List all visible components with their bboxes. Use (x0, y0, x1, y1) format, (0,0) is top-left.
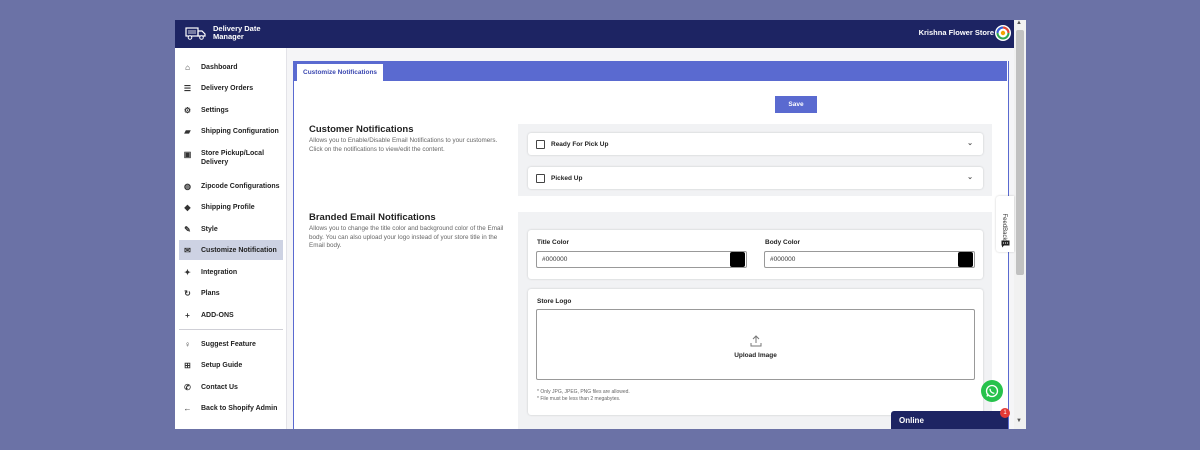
sidebar-item-contact-us[interactable]: ✆ Contact Us (179, 377, 283, 397)
title-color-label: Title Color (537, 239, 570, 246)
sidebar-item-integration[interactable]: ✦ Integration (179, 262, 283, 282)
puzzle-icon: ✦ (184, 267, 191, 277)
sidebar-item-zipcode-configurations[interactable]: ◍ Zipcode Configurations (179, 176, 283, 196)
whatsapp-button[interactable] (981, 380, 1003, 402)
body-color-input[interactable]: #000000 (764, 251, 975, 268)
scroll-down-icon[interactable]: ▼ (1016, 418, 1022, 424)
sidebar-item-suggest-feature[interactable]: ♀ Suggest Feature (179, 334, 283, 354)
sidebar-item-customize-notification[interactable]: ✉ Customize Notification (179, 240, 283, 260)
sidebar-item-label: Style (201, 225, 218, 233)
sidebar-item-style[interactable]: ✎ Style (179, 219, 283, 239)
sidebar-divider (179, 329, 283, 330)
sidebar-item-label: Back to Shopify Admin (201, 404, 278, 412)
store-name: Krishna Flower Store (918, 28, 994, 37)
notification-label: Picked Up (551, 174, 583, 182)
sidebar-item-shipping-configuration[interactable]: ▰ Shipping Configuration (179, 121, 283, 141)
chevron-down-icon[interactable]: ⌄ (967, 173, 973, 181)
scroll-up-icon[interactable]: ▲ (1016, 20, 1022, 26)
sidebar-item-label: Suggest Feature (201, 340, 256, 348)
ready-for-pickup-checkbox[interactable] (536, 139, 545, 149)
sidebar-item-add-ons[interactable]: + ADD-ONS (179, 305, 283, 325)
page-scrollbar[interactable]: ▲ ▼ (1014, 20, 1026, 429)
sidebar-item-label-line2: Delivery (201, 159, 229, 166)
sidebar-item-setup-guide[interactable]: ⊞ Setup Guide (179, 355, 283, 375)
arrow-left-icon: ← (183, 403, 192, 413)
sidebar-item-label: Delivery Orders (201, 84, 254, 92)
app-logo[interactable]: Delivery Date Manager (185, 25, 273, 41)
branded-notifications-title: Branded Email Notifications (309, 212, 436, 223)
top-bar: Delivery Date Manager Krishna Flower Sto… (175, 20, 1014, 48)
tag-icon: ◆ (184, 202, 191, 212)
upload-image-dropzone[interactable]: Upload Image (536, 309, 975, 380)
body-color-swatch[interactable] (958, 252, 973, 267)
chevron-down-icon[interactable]: ⌄ (967, 139, 973, 147)
sidebar-item-back-to-shopify[interactable]: ← Back to Shopify Admin (179, 398, 283, 418)
gear-icon: ⚙ (183, 105, 192, 115)
chat-online-bar[interactable]: Online (891, 411, 1008, 429)
store-icon: ▣ (183, 150, 192, 159)
guide-icon: ⊞ (184, 360, 191, 370)
sidebar-item-label: Zipcode Configurations (201, 182, 280, 190)
upload-image-label: Upload Image (734, 352, 777, 359)
upload-hint-size: * File must be less than 2 megabytes. (537, 396, 621, 402)
body-color-label: Body Color (765, 239, 801, 246)
delivery-truck-icon (185, 27, 206, 40)
branded-notifications-desc: Allows you to change the title color and… (309, 225, 504, 249)
notification-label: Ready For Pick Up (551, 140, 609, 148)
app-title-line2: Manager (213, 32, 244, 41)
truck-icon: ▰ (184, 126, 191, 136)
sidebar-item-label: ADD-ONS (201, 311, 234, 319)
sidebar-item-settings[interactable]: ⚙ Settings (179, 100, 283, 120)
title-color-input[interactable]: #000000 (536, 251, 747, 268)
globe-icon: ◍ (184, 181, 191, 191)
store-avatar-icon[interactable] (995, 25, 1011, 41)
envelope-icon: ✉ (184, 245, 191, 255)
phone-icon: ✆ (184, 382, 191, 392)
sidebar-item-delivery-orders[interactable]: ☰ Delivery Orders (179, 78, 283, 98)
app-title: Delivery Date Manager (213, 25, 273, 41)
upload-icon (750, 335, 761, 347)
sidebar-item-label: Setup Guide (201, 361, 243, 369)
sidebar-item-dashboard[interactable]: ⌂ Dashboard (179, 57, 283, 77)
sidebar-item-label: Shipping Profile (201, 203, 255, 211)
sidebar-item-shipping-profile[interactable]: ◆ Shipping Profile (179, 197, 283, 217)
sidebar-item-label: Shipping Configuration (201, 127, 279, 135)
scroll-thumb[interactable] (1016, 30, 1024, 275)
tab-customize-notifications[interactable]: Customize Notifications (297, 64, 384, 81)
refresh-icon: ↻ (184, 288, 191, 298)
picked-up-checkbox[interactable] (536, 173, 545, 183)
brush-icon: ✎ (184, 224, 191, 234)
tab-bar: Customize Notifications (293, 61, 1007, 81)
sidebar: ⌂ Dashboard ☰ Delivery Orders ⚙ Settings ▰ S… (175, 48, 287, 429)
title-color-swatch[interactable] (730, 252, 745, 267)
sidebar-item-label: Settings (201, 106, 229, 114)
whatsapp-icon (985, 384, 999, 398)
chat-notification-badge: 1 (1000, 408, 1010, 418)
notification-picked-up[interactable]: Picked Up ⌄ (528, 167, 983, 189)
list-icon: ☰ (183, 83, 192, 93)
sidebar-item-store-pickup[interactable]: ▣ Store Pickup/Local Delivery (179, 145, 283, 171)
customer-notifications-title: Customer Notifications (309, 124, 414, 135)
sidebar-item-label: Integration (201, 268, 238, 276)
sidebar-item-plans[interactable]: ↻ Plans (179, 283, 283, 303)
store-logo-label: Store Logo (537, 298, 572, 305)
feedback-tab[interactable]: FeedBack (996, 196, 1014, 252)
plus-icon: + (185, 310, 190, 320)
home-icon: ⌂ (185, 62, 190, 72)
sidebar-item-label: Plans (201, 289, 220, 297)
sidebar-item-label: Contact Us (201, 383, 238, 391)
save-button[interactable]: Save (775, 96, 817, 113)
notification-ready-for-pickup[interactable]: Ready For Pick Up ⌄ (528, 133, 983, 155)
bulb-icon: ♀ (184, 339, 191, 349)
sidebar-item-label: Store Pickup/Local (201, 150, 265, 157)
sidebar-item-label: Customize Notification (201, 246, 277, 254)
chat-bubble-icon (1001, 240, 1010, 248)
customer-notifications-desc: Allows you to Enable/Disable Email Notif… (309, 137, 498, 153)
sidebar-item-label: Dashboard (201, 63, 238, 71)
upload-hint-formats: * Only JPG, JPEG, PNG files are allowed. (537, 389, 630, 395)
